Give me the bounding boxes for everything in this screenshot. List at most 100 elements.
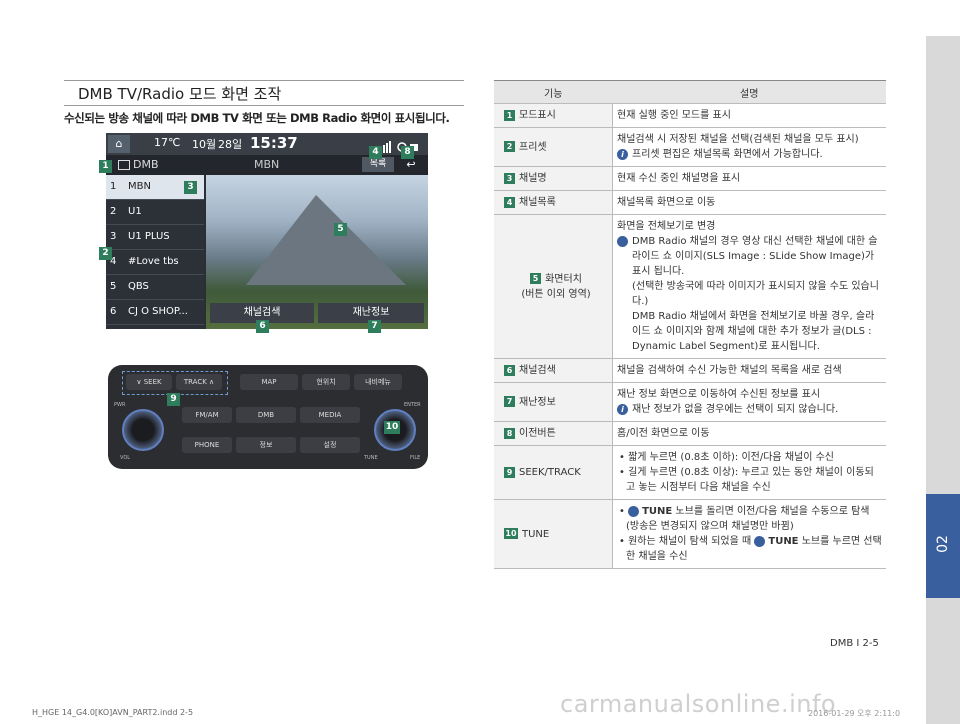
table-row: 10 TUNE • TUNE 노브를 돌리면 이전/다음 채널을 수동으로 탐색 … [494, 499, 886, 569]
row-number: 3 [504, 172, 515, 184]
callout-badge: 3 [184, 181, 197, 194]
tune-strong: TUNE [768, 536, 799, 547]
callout-badge: 1 [99, 160, 112, 173]
preset-item[interactable]: 5 QBS [106, 275, 204, 300]
date-day: 28일 [218, 138, 243, 151]
fm-am-button[interactable]: FM/AM [182, 407, 232, 423]
preset-list: 1 MBN 2 U1 3 U1 PLUS 4 #Love tbs 5 QBS 6 CJ O … [106, 175, 204, 329]
table-row: 3 채널명 현재 수신 중인 채널명을 표시 [494, 166, 886, 191]
row-description: 채널검색 시 저장된 채널을 선택(검색된 채널을 모두 표시) [617, 134, 859, 145]
row-function-detail: (버튼 이외 영역) [521, 288, 591, 300]
current-location-button[interactable]: 현위치 [302, 374, 350, 390]
mode-indicator: DMB [118, 158, 159, 171]
head-unit-panel: ∨ SEEK TRACK ∧ MAP 현위치 내비메뉴 FM/AM DMB ME… [108, 365, 428, 469]
row-function: 채널검색 [519, 365, 556, 376]
channel-list-button[interactable]: 목록 [362, 157, 394, 172]
table-row: 6 채널검색 채널을 검색하여 수신 가능한 채널의 목록을 새로 검색 [494, 358, 886, 383]
function-table: 기능 설명 1 모드표시 현재 실행 중인 모드를 표시 2 프리셋 채널검색 시 … [494, 80, 886, 569]
track-button[interactable]: TRACK ∧ [176, 374, 222, 390]
vol-label: VOL [120, 455, 131, 461]
table-row: 4 채널목록 채널목록 화면으로 이동 [494, 190, 886, 215]
print-stamp: 2016-01-29 오후 2:11:0 [808, 709, 901, 718]
knob-icon [754, 535, 766, 547]
tune-label: TUNE [364, 455, 378, 461]
row-number: 1 [504, 109, 515, 121]
media-button[interactable]: MEDIA [300, 407, 360, 423]
table-row: 8 이전버튼 홈/이전 화면으로 이동 [494, 421, 886, 446]
callout-badge: 5 [334, 223, 347, 236]
callout-badge: 6 [256, 320, 269, 333]
preset-item[interactable]: 2 U1 [106, 200, 204, 225]
preset-item[interactable]: 3 U1 PLUS [106, 225, 204, 250]
knob-icon [628, 505, 640, 517]
bullet-text: 길게 누르면 (0.8초 이상): 누르고 있는 동안 채널이 이동되고 놓는 … [626, 467, 874, 493]
row-description: 재난 정보 화면으로 이동하여 수신된 정보를 표시 [617, 389, 821, 400]
row-function: TUNE [522, 528, 550, 540]
row-number: 7 [504, 396, 515, 407]
preset-item[interactable]: 4 #Love tbs [106, 250, 204, 275]
seek-button[interactable]: ∨ SEEK [126, 374, 172, 390]
section-title: DMB TV/Radio 모드 화면 조작 [64, 80, 464, 106]
setup-button[interactable]: 설정 [300, 437, 360, 453]
row-number: 6 [504, 364, 515, 376]
table-row: 7 재난정보 재난 정보 화면으로 이동하여 수신된 정보를 표시 i 재난 정보가… [494, 382, 886, 422]
volume-knob[interactable] [122, 409, 164, 451]
file-label: FILE [410, 455, 421, 461]
side-tab-label: 02 [935, 535, 951, 553]
watermark: carmanualsonline.info [560, 690, 837, 718]
row-number: 10 [504, 528, 518, 539]
row-description: 채널목록 화면으로 이동 [612, 190, 886, 215]
row-description: 화면을 전체보기로 변경 [617, 221, 716, 232]
callout-badge: 7 [368, 320, 381, 333]
info-icon: i [617, 148, 628, 160]
row-description: 현재 실행 중인 모드를 표시 [612, 103, 886, 128]
info-note: 프리셋 편집은 채널목록 화면에서 가능합니다. [632, 149, 823, 160]
info-icon: i [614, 235, 628, 247]
dmb-button[interactable]: DMB [236, 407, 296, 423]
row-number: 8 [504, 427, 515, 439]
info-note: 재난 정보가 없을 경우에는 선택이 되지 않습니다. [632, 404, 839, 415]
map-button[interactable]: MAP [240, 374, 298, 390]
table-row: 2 프리셋 채널검색 시 저장된 채널을 선택(검색된 채널을 모두 표시) i프… [494, 127, 886, 167]
mountain-image [246, 195, 406, 285]
info-button[interactable]: 정보 [236, 437, 296, 453]
header-function: 기능 [494, 80, 613, 104]
tune-strong: TUNE [642, 506, 673, 517]
info-icon: i [617, 403, 628, 415]
preset-item[interactable]: 6 CJ O SHOP... [106, 300, 204, 325]
table-row: 9 SEEK/TRACK • 짧게 누르면 (0.8초 이하): 이전/다음 채널… [494, 445, 886, 500]
row-function: SEEK/TRACK [519, 467, 581, 478]
row-function: 프리셋 [519, 141, 547, 153]
channel-name: MBN [254, 158, 280, 171]
row-function: 이전버튼 [519, 428, 556, 439]
file-name: H_HGE 14_G4.0[KO]AVN_PART2.indd 2-5 [32, 708, 194, 717]
home-icon: ⌂ [108, 135, 130, 153]
bullet-text: 짧게 누르면 (0.8초 이하): 이전/다음 채널이 수신 [628, 452, 834, 463]
dmb-screen-illustration: ⌂ 17℃ 10월 28일 15:37 DMB MBN 목록 ↩ 1 MBN 2U… [106, 133, 428, 329]
tv-icon [118, 160, 130, 170]
side-tab-inactive-bottom [926, 598, 960, 724]
info-note: DMB Radio 채널의 경우 영상 대신 선택한 채널에 대한 슬라이드 쇼… [632, 236, 878, 277]
row-description: 현재 수신 중인 채널명을 표시 [612, 166, 886, 191]
callout-badge: 9 [167, 393, 180, 406]
navi-menu-button[interactable]: 내비메뉴 [354, 374, 402, 390]
enter-label: ENTER [404, 402, 421, 408]
table-row: 5 화면터치 (버튼 이외 영역) 화면을 전체보기로 변경 i DMB Radio … [494, 214, 886, 359]
date-month: 10월 [192, 138, 217, 151]
header-description: 설명 [612, 80, 886, 104]
side-tab-inactive [926, 36, 960, 494]
back-button[interactable]: ↩ [398, 157, 424, 172]
status-icons [380, 138, 420, 153]
row-function: 화면터치 [545, 273, 582, 285]
row-description: 채널을 검색하여 수신 가능한 채널의 목록을 새로 검색 [612, 358, 886, 383]
info-note-more: DMB Radio 채널에서 화면을 전체보기로 바꿀 경우, 슬라이드 쇼 이… [632, 311, 875, 352]
table-row: 1 모드표시 현재 실행 중인 모드를 표시 [494, 103, 886, 128]
row-number: 5 [530, 273, 542, 284]
row-function: 재난정보 [519, 396, 556, 408]
row-number: 9 [504, 466, 515, 478]
clock: 15:37 [250, 134, 298, 152]
row-function: 채널목록 [519, 197, 556, 208]
callout-badge: 8 [401, 146, 414, 159]
phone-button[interactable]: PHONE [182, 437, 232, 453]
callout-badge: 10 [384, 421, 400, 434]
